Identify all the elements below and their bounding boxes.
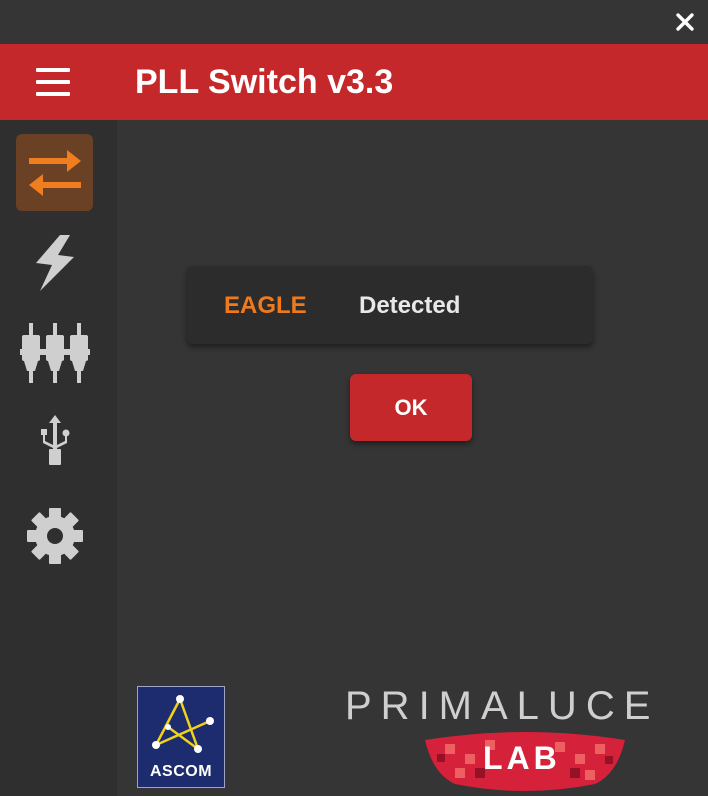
power-connectors-icon bbox=[19, 322, 90, 383]
sidebar-item-switch[interactable] bbox=[16, 134, 93, 211]
sidebar bbox=[0, 120, 117, 796]
hamburger-menu-icon bbox=[36, 68, 70, 72]
sidebar-item-usb[interactable] bbox=[16, 404, 93, 481]
lightning-bolt-icon bbox=[35, 234, 74, 291]
ascom-logo: ASCOM bbox=[137, 686, 225, 788]
hamburger-menu-button[interactable] bbox=[36, 68, 72, 96]
ascom-star-icon bbox=[152, 695, 214, 753]
sidebar-item-power[interactable] bbox=[16, 224, 93, 301]
device-status-text: Detected bbox=[359, 292, 461, 319]
primaluce-lab-logo: PRIMALUCE LAB bbox=[345, 684, 705, 794]
gear-icon bbox=[26, 507, 83, 564]
device-name: EAGLE bbox=[224, 292, 307, 319]
close-button[interactable] bbox=[670, 8, 700, 36]
sidebar-item-settings[interactable] bbox=[16, 497, 93, 574]
device-status-card: EAGLE Detected bbox=[187, 266, 593, 344]
app-header: PLL Switch v3.3 bbox=[0, 44, 708, 120]
ascom-logo-text: ASCOM bbox=[149, 763, 213, 780]
sidebar-item-outputs[interactable] bbox=[16, 314, 93, 391]
ok-button[interactable]: OK bbox=[350, 374, 472, 441]
lab-logo-text: LAB bbox=[483, 740, 561, 776]
close-icon bbox=[676, 13, 694, 31]
swap-arrows-icon bbox=[28, 149, 81, 196]
primaluce-logo-text: PRIMALUCE bbox=[345, 684, 660, 728]
app-title: PLL Switch v3.3 bbox=[135, 63, 394, 101]
usb-icon bbox=[40, 414, 69, 465]
